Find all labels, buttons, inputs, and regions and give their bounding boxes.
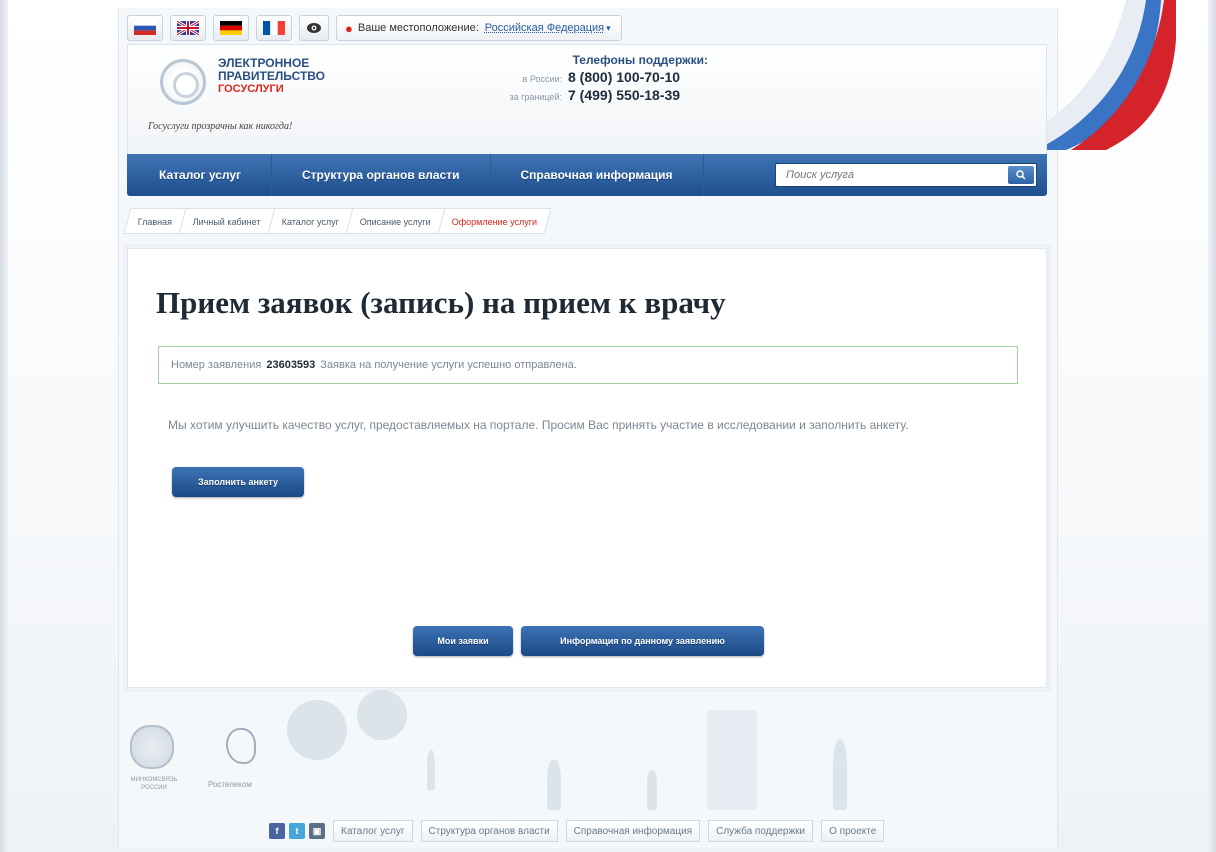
nav-catalog[interactable]: Каталог услуг	[127, 154, 273, 196]
logo-subtitle[interactable]: ГОСУСЛУГИ	[218, 83, 284, 95]
page-title: Прием заявок (запись) на прием к врачу	[156, 285, 726, 320]
location-label: Ваше местоположение:	[357, 22, 479, 34]
my-requests-button[interactable]: Мои заявки	[413, 626, 513, 656]
gosuslugi-logo-icon[interactable]	[160, 59, 206, 105]
russia-flag-icon	[134, 21, 156, 35]
site-header: ЭЛЕКТРОННОЕ ПРАВИТЕЛЬСТВО ГОСУСЛУГИ Госу…	[127, 44, 1047, 154]
france-flag-icon	[263, 21, 285, 35]
footer-link-support[interactable]: Служба поддержки	[708, 820, 814, 842]
facebook-icon[interactable]: f	[269, 823, 285, 839]
language-bar: ● Ваше местоположение: Российская Федера…	[127, 14, 622, 42]
support-title: Телефоны поддержки:	[572, 53, 708, 67]
slogan: Госуслуги прозрачны как никогда!	[148, 121, 293, 132]
breadcrumb-description[interactable]: Описание услуги	[345, 208, 446, 234]
abroad-phone: 7 (499) 550-18-39	[568, 87, 681, 103]
russia-phone-label: в России:	[522, 74, 562, 84]
accessibility-button[interactable]	[299, 15, 329, 41]
twitter-icon[interactable]: t	[289, 823, 305, 839]
breadcrumb-current: Оформление услуги	[437, 208, 552, 234]
breadcrumb-catalog[interactable]: Каталог услуг	[267, 208, 354, 234]
photo-icon[interactable]: ▣	[309, 823, 325, 839]
location-value[interactable]: Российская Федерация	[485, 22, 604, 34]
search-input[interactable]	[776, 164, 1000, 186]
chevron-down-icon: ▾	[606, 22, 611, 33]
application-number: 23603593	[266, 359, 316, 371]
ministry-caption: МИНКОМСВЯЗЬ РОССИИ	[130, 777, 178, 791]
ministry-emblem-icon	[130, 725, 174, 769]
lang-ru-button[interactable]	[127, 15, 163, 41]
breadcrumb-home[interactable]: Главная	[123, 208, 187, 234]
success-notice: Номер заявления 23603593 Заявка на получ…	[158, 346, 1018, 384]
search-button[interactable]	[1008, 166, 1034, 184]
left-shadow	[0, 0, 8, 852]
notice-label: Номер заявления	[171, 359, 262, 371]
search-box	[775, 163, 1037, 187]
abroad-phone-label: за границей:	[509, 92, 562, 102]
breadcrumb-cabinet[interactable]: Личный кабинет	[178, 208, 276, 234]
rostelecom-logo-icon	[226, 728, 256, 764]
notice-text: Заявка на получение услуги успешно отпра…	[320, 359, 577, 371]
location-selector[interactable]: ● Ваше местоположение: Российская Федера…	[336, 15, 622, 41]
footer-links: f t ▣ Каталог услуг Структура органов вл…	[269, 820, 885, 842]
logo-title[interactable]: ЭЛЕКТРОННОЕ ПРАВИТЕЛЬСТВО	[218, 57, 358, 83]
search-icon	[1016, 170, 1026, 180]
fill-survey-button[interactable]: Заполнить анкету	[172, 467, 304, 497]
eye-icon	[307, 23, 321, 33]
rostelecom-caption: Ростелеком	[208, 780, 252, 789]
right-shadow	[1208, 0, 1216, 852]
main-nav: Каталог услуг Структура органов власти С…	[127, 154, 1047, 196]
russia-phone: 8 (800) 100-70-10	[568, 69, 681, 85]
lang-de-button[interactable]	[213, 15, 249, 41]
lang-en-button[interactable]	[170, 15, 206, 41]
content-panel: Прием заявок (запись) на прием к врачу Н…	[127, 248, 1047, 688]
footer-link-catalog[interactable]: Каталог услуг	[333, 820, 413, 842]
survey-text: Мы хотим улучшить качество услуг, предос…	[168, 418, 909, 432]
footer-link-reference[interactable]: Справочная информация	[565, 820, 701, 842]
footer-illustration	[127, 690, 1047, 820]
support-phones: Телефоны поддержки: в России: 8 (800) 10…	[478, 53, 718, 103]
nav-structure[interactable]: Структура органов власти	[272, 154, 491, 196]
footer-link-structure[interactable]: Структура органов власти	[420, 820, 558, 842]
nav-reference[interactable]: Справочная информация	[491, 154, 704, 196]
application-info-button[interactable]: Информация по данному заявлению	[521, 626, 764, 656]
location-pin-icon: ●	[345, 20, 353, 36]
footer-link-about[interactable]: О проекте	[821, 820, 885, 842]
breadcrumb: Главная Личный кабинет Каталог услуг Опи…	[123, 208, 552, 234]
germany-flag-icon	[220, 21, 242, 35]
uk-flag-icon	[177, 21, 199, 35]
lang-fr-button[interactable]	[256, 15, 292, 41]
